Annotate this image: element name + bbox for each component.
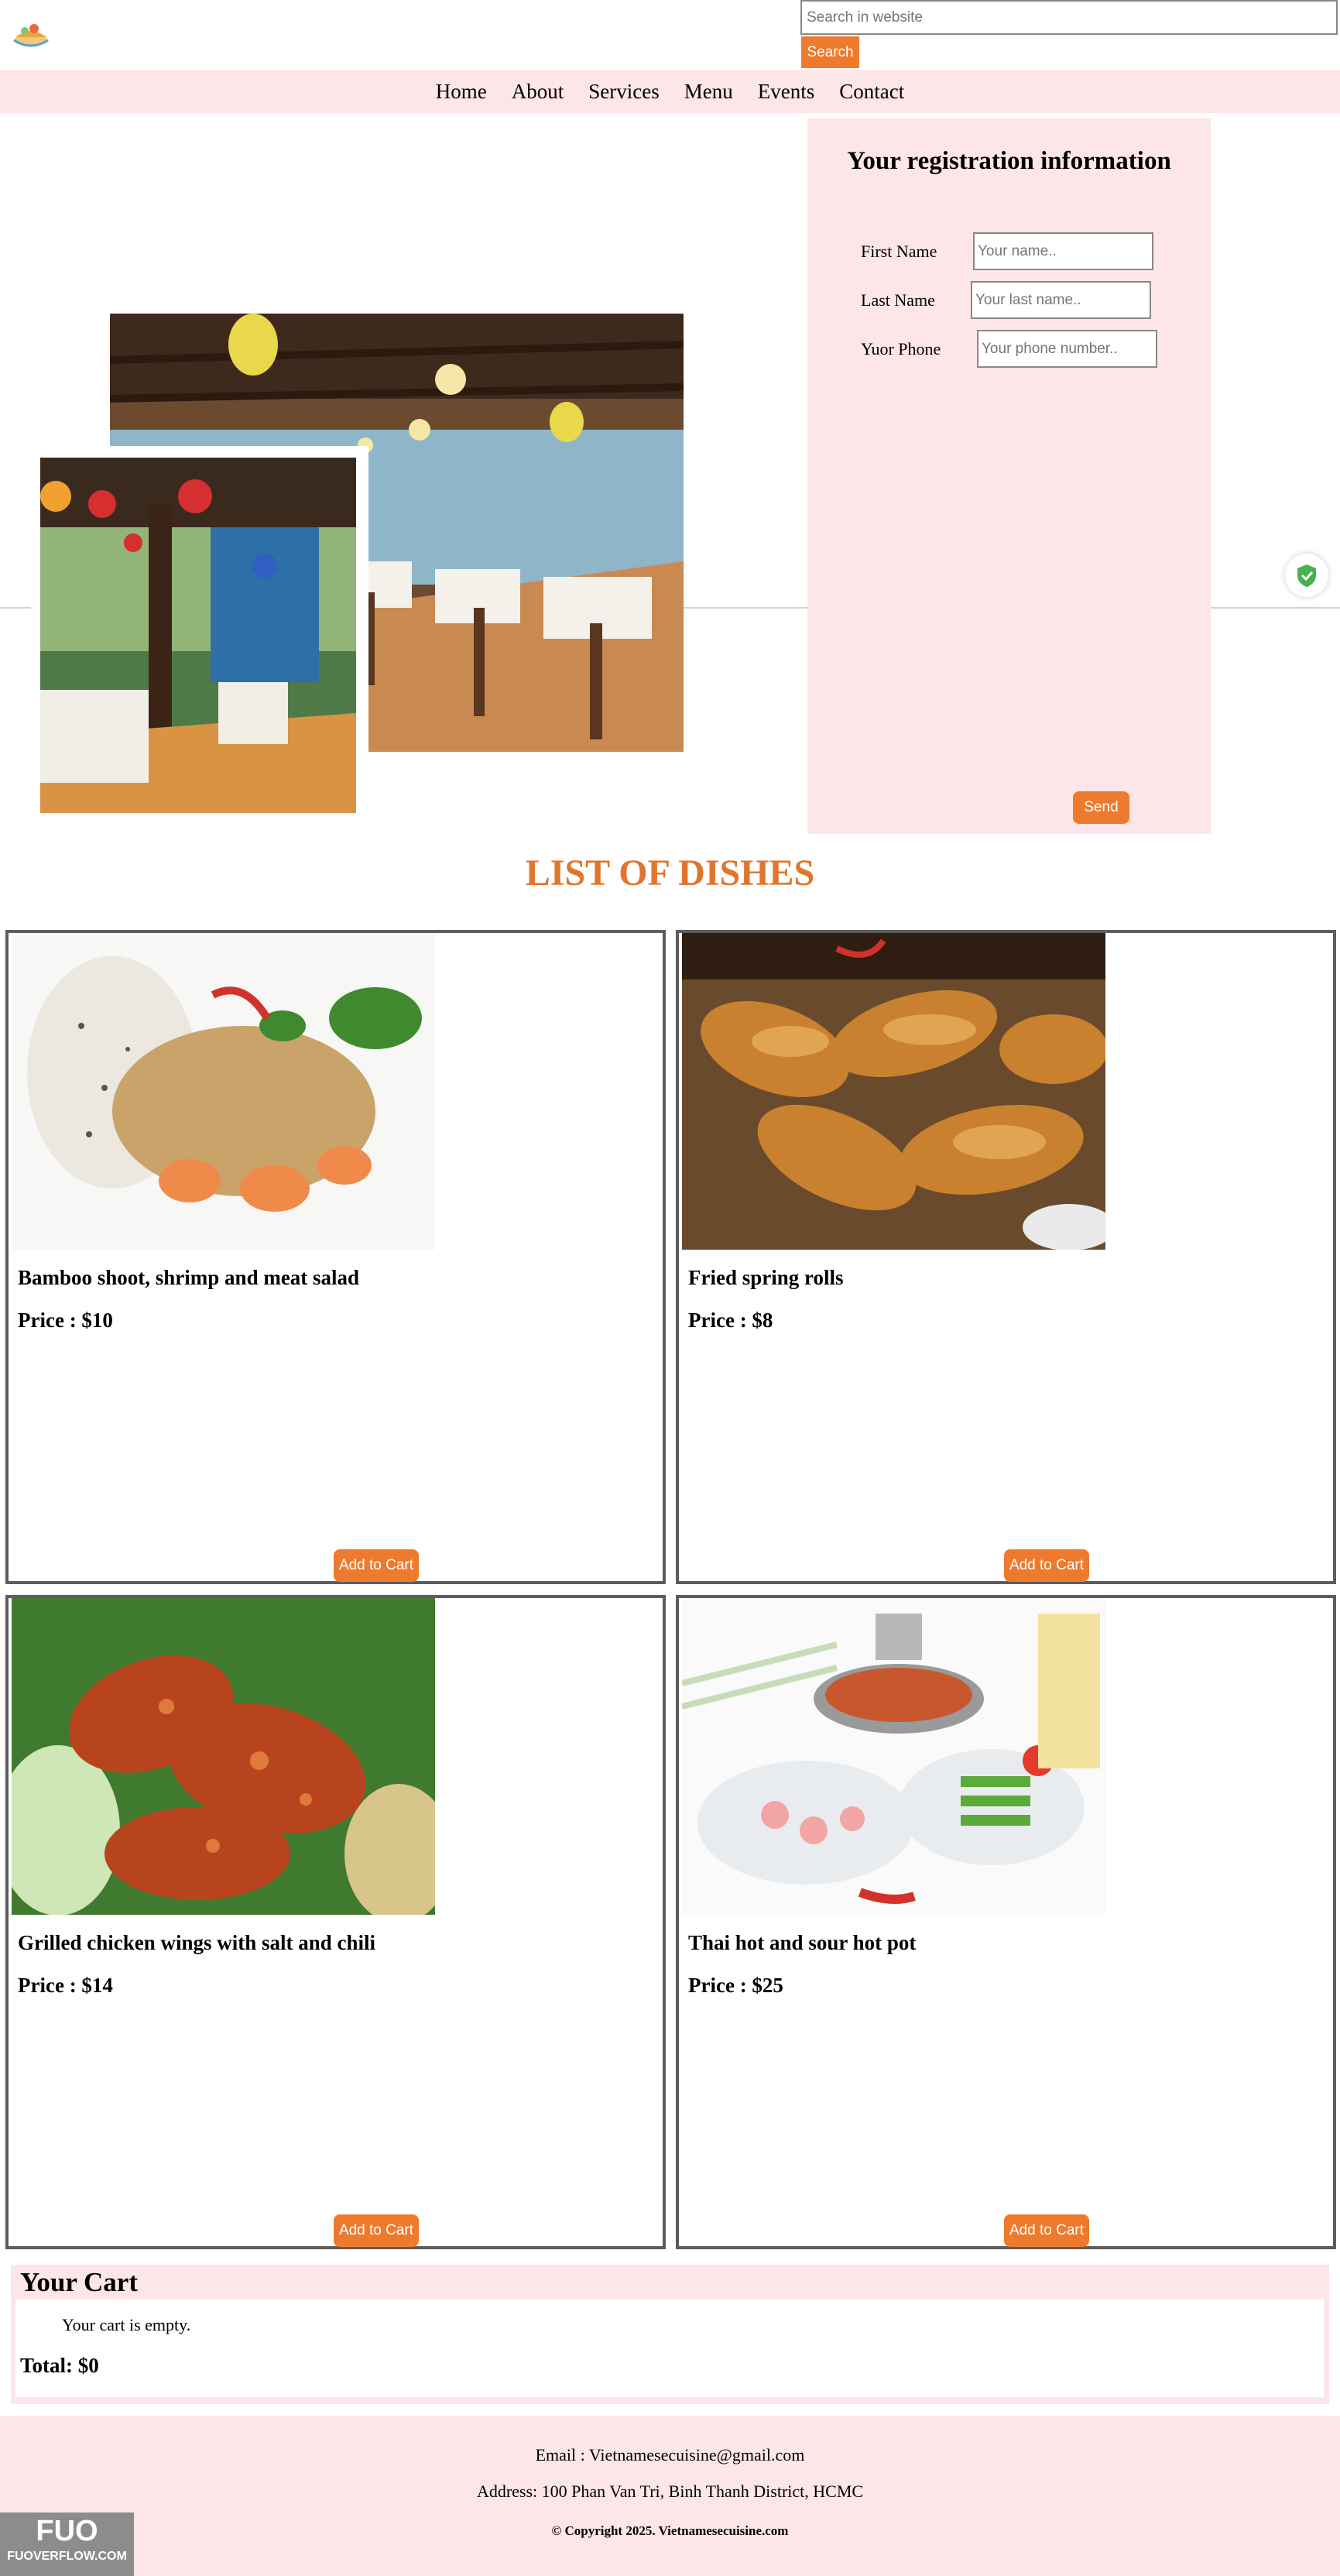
dish-name: Thai hot and sour hot pot <box>688 1931 917 1954</box>
dish-price: Price : $8 <box>688 1309 773 1332</box>
first-name-label: First Name <box>861 242 937 261</box>
dish-price: Price : $14 <box>18 1974 113 1997</box>
restaurant-photo-small <box>40 458 356 813</box>
registration-title: Your registration information <box>847 147 1171 175</box>
add-to-cart-button[interactable]: Add to Cart <box>1004 2214 1089 2247</box>
nav-bar: Home About Services Menu Events Contact <box>0 70 1340 113</box>
dish-image-hot-pot <box>682 1598 1105 1915</box>
nav-events[interactable]: Events <box>758 80 815 104</box>
fuoverflow-watermark: FUO FUOVERFLOW.COM <box>0 2513 134 2576</box>
food-logo-icon <box>13 24 49 47</box>
nav-contact[interactable]: Contact <box>839 80 904 104</box>
dish-image-spring-rolls <box>682 933 1105 1250</box>
watermark-site: FUOVERFLOW.COM <box>7 2550 127 2563</box>
dish-price: Price : $10 <box>18 1309 113 1332</box>
dish-card: Thai hot and sour hot pot Price : $25 Ad… <box>676 1595 1336 2249</box>
footer-email: Email : Vietnamesecuisine@gmail.com <box>535 2445 805 2465</box>
security-badge[interactable] <box>1285 554 1328 597</box>
dish-image-chicken-wings <box>12 1598 435 1915</box>
cart-content <box>15 2300 1324 2397</box>
footer-address: Address: 100 Phan Van Tri, Binh Thanh Di… <box>476 2482 864 2501</box>
search-button[interactable]: Search <box>801 36 859 68</box>
search-input[interactable] <box>800 0 1338 35</box>
phone-label: Yuor Phone <box>861 339 941 358</box>
last-name-label: Last Name <box>861 290 935 310</box>
send-button[interactable]: Send <box>1073 791 1129 824</box>
cart-empty-text: Your cart is empty. <box>62 2315 191 2334</box>
nav-menu[interactable]: Menu <box>684 80 733 104</box>
dish-name: Fried spring rolls <box>688 1266 844 1289</box>
nav-services[interactable]: Services <box>588 80 659 104</box>
watermark-logo: FUO <box>36 2515 98 2547</box>
dish-name: Grilled chicken wings with salt and chil… <box>18 1931 376 1954</box>
dish-card: Fried spring rolls Price : $8 Add to Car… <box>676 930 1336 1584</box>
dish-image-salad <box>12 933 435 1250</box>
dish-card: Grilled chicken wings with salt and chil… <box>5 1595 666 2249</box>
dishes-title: LIST OF DISHES <box>525 852 815 894</box>
add-to-cart-button[interactable]: Add to Cart <box>1004 1549 1089 1582</box>
add-to-cart-button[interactable]: Add to Cart <box>334 1549 419 1582</box>
nav-about[interactable]: About <box>512 80 564 104</box>
dish-price: Price : $25 <box>688 1974 783 1997</box>
footer-copyright: © Copyright 2025. Vietnamesecuisine.com <box>551 2523 789 2538</box>
first-name-input[interactable] <box>973 232 1153 270</box>
dish-card: Bamboo shoot, shrimp and meat salad Pric… <box>5 930 666 1584</box>
phone-input[interactable] <box>977 330 1157 368</box>
last-name-input[interactable] <box>971 281 1151 319</box>
cart-total: Total: $0 <box>20 2354 99 2377</box>
add-to-cart-button[interactable]: Add to Cart <box>334 2214 419 2247</box>
site-logo[interactable] <box>11 17 51 48</box>
dish-name: Bamboo shoot, shrimp and meat salad <box>18 1266 360 1289</box>
shield-check-icon <box>1297 564 1316 587</box>
registration-panel <box>807 118 1211 834</box>
nav-home[interactable]: Home <box>436 80 487 104</box>
cart-title: Your Cart <box>20 2267 138 2297</box>
